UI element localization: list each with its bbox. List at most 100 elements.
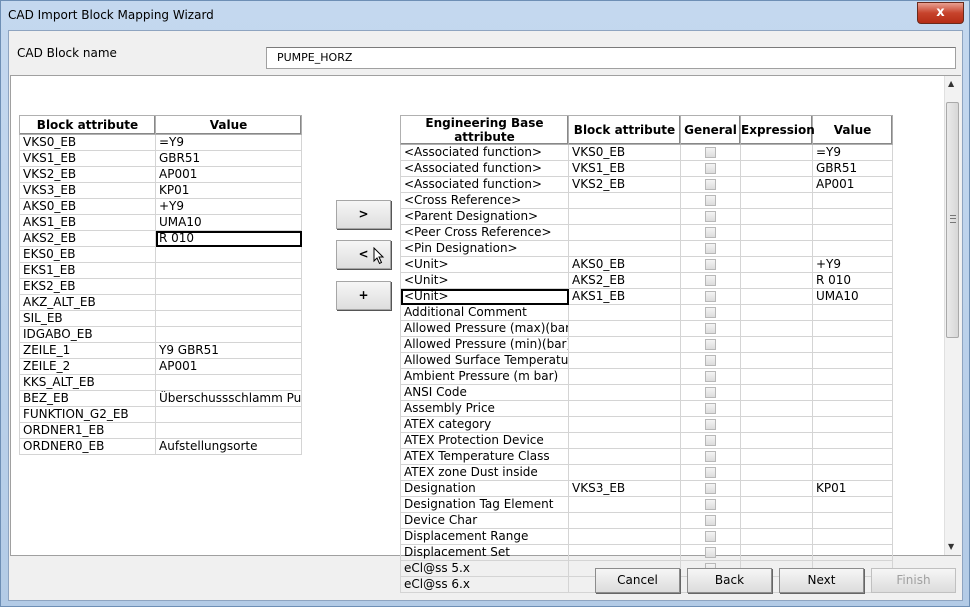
table-row[interactable]: Designation Tag Element: [400, 496, 893, 513]
block-attribute-cell[interactable]: [568, 368, 681, 385]
expression-cell[interactable]: [740, 304, 813, 321]
table-row[interactable]: Allowed Pressure (min)(bar): [400, 336, 893, 353]
block-attribute-cell[interactable]: ORDNER0_EB: [19, 438, 156, 455]
value-cell[interactable]: [155, 326, 302, 343]
block-attribute-cell[interactable]: EKS2_EB: [19, 278, 156, 295]
general-checkbox[interactable]: [705, 419, 716, 430]
expression-cell[interactable]: [740, 448, 813, 465]
block-attribute-cell[interactable]: AKS2_EB: [568, 272, 681, 289]
table-row[interactable]: Ambient Pressure (m bar): [400, 368, 893, 385]
value-cell[interactable]: KP01: [155, 182, 302, 199]
eb-attribute-cell[interactable]: Device Char: [400, 512, 569, 529]
general-cell[interactable]: [680, 304, 741, 321]
eb-attribute-cell[interactable]: Allowed Surface Temperature (: [400, 352, 569, 369]
block-attribute-cell[interactable]: KKS_ALT_EB: [19, 374, 156, 391]
block-attribute-cell[interactable]: IDGABO_EB: [19, 326, 156, 343]
table-row[interactable]: Displacement Set: [400, 544, 893, 561]
block-attribute-cell[interactable]: VKS0_EB: [19, 134, 156, 151]
cancel-button[interactable]: Cancel: [595, 568, 680, 593]
eb-attribute-cell[interactable]: Displacement Set: [400, 544, 569, 561]
add-button[interactable]: +: [336, 281, 391, 310]
value-cell[interactable]: [155, 278, 302, 295]
expression-cell[interactable]: [740, 320, 813, 337]
expression-cell[interactable]: [740, 432, 813, 449]
cad-block-name-field[interactable]: PUMPE_HORZ: [266, 47, 956, 69]
general-checkbox[interactable]: [705, 371, 716, 382]
general-checkbox[interactable]: [705, 499, 716, 510]
value-cell[interactable]: [812, 240, 893, 257]
general-checkbox[interactable]: [705, 515, 716, 526]
expression-cell[interactable]: [740, 368, 813, 385]
general-cell[interactable]: [680, 448, 741, 465]
block-attribute-cell[interactable]: AKS1_EB: [19, 214, 156, 231]
expression-cell[interactable]: [740, 224, 813, 241]
general-checkbox[interactable]: [705, 403, 716, 414]
general-checkbox[interactable]: [705, 339, 716, 350]
table-row[interactable]: Allowed Pressure (max)(bar): [400, 320, 893, 337]
eb-attribute-cell[interactable]: <Unit>: [400, 256, 569, 273]
value-cell[interactable]: [812, 320, 893, 337]
value-cell[interactable]: [155, 310, 302, 327]
value-cell[interactable]: UMA10: [812, 288, 893, 305]
value-cell[interactable]: [155, 294, 302, 311]
value-cell[interactable]: [812, 336, 893, 353]
value-cell[interactable]: [812, 544, 893, 561]
table-row[interactable]: ZEILE_2 AP001: [19, 358, 302, 375]
value-cell[interactable]: UMA10: [155, 214, 302, 231]
value-cell[interactable]: =Y9: [155, 134, 302, 151]
block-attribute-cell[interactable]: [568, 208, 681, 225]
expression-cell[interactable]: [740, 336, 813, 353]
value-cell[interactable]: R 010: [812, 272, 893, 289]
value-cell[interactable]: [812, 208, 893, 225]
general-cell[interactable]: [680, 464, 741, 481]
general-cell[interactable]: [680, 432, 741, 449]
table-row[interactable]: VKS2_EB AP001: [19, 166, 302, 183]
value-cell[interactable]: [155, 406, 302, 423]
table-row[interactable]: IDGABO_EB: [19, 326, 302, 343]
general-cell[interactable]: [680, 512, 741, 529]
scroll-down-icon[interactable]: ▼: [948, 542, 954, 551]
table-row[interactable]: ATEX category: [400, 416, 893, 433]
expression-cell[interactable]: [740, 400, 813, 417]
expression-cell[interactable]: [740, 272, 813, 289]
column-header[interactable]: Value: [155, 115, 302, 135]
value-cell[interactable]: [155, 262, 302, 279]
back-button[interactable]: Back: [687, 568, 772, 593]
block-attribute-cell[interactable]: ZEILE_1: [19, 342, 156, 359]
column-header[interactable]: Engineering Base attribute: [400, 115, 569, 145]
block-attribute-cell[interactable]: VKS0_EB: [568, 144, 681, 161]
value-cell[interactable]: [812, 400, 893, 417]
general-cell[interactable]: [680, 240, 741, 257]
block-attribute-cell[interactable]: [568, 352, 681, 369]
block-attribute-cell[interactable]: AKS2_EB: [19, 230, 156, 247]
table-row[interactable]: ATEX zone Dust inside: [400, 464, 893, 481]
expression-cell[interactable]: [740, 144, 813, 161]
general-cell[interactable]: [680, 544, 741, 561]
eb-attribute-cell[interactable]: <Cross Reference>: [400, 192, 569, 209]
general-cell[interactable]: [680, 288, 741, 305]
expression-cell[interactable]: [740, 256, 813, 273]
expression-cell[interactable]: [740, 416, 813, 433]
value-cell[interactable]: [812, 352, 893, 369]
general-cell[interactable]: [680, 224, 741, 241]
general-checkbox[interactable]: [705, 467, 716, 478]
expression-cell[interactable]: [740, 208, 813, 225]
expression-cell[interactable]: [740, 384, 813, 401]
table-row[interactable]: ORDNER1_EB: [19, 422, 302, 439]
table-row[interactable]: AKZ_ALT_EB: [19, 294, 302, 311]
general-checkbox[interactable]: [705, 275, 716, 286]
value-cell[interactable]: [155, 422, 302, 439]
table-row[interactable]: <Unit> AKS1_EB UMA10: [400, 288, 893, 305]
table-row[interactable]: ANSI Code: [400, 384, 893, 401]
eb-attribute-cell[interactable]: <Peer Cross Reference>: [400, 224, 569, 241]
general-cell[interactable]: [680, 480, 741, 497]
block-attribute-cell[interactable]: FUNKTION_G2_EB: [19, 406, 156, 423]
column-header[interactable]: Expression: [740, 115, 815, 145]
value-cell[interactable]: =Y9: [812, 144, 893, 161]
expression-cell[interactable]: [740, 544, 813, 561]
value-cell[interactable]: [812, 432, 893, 449]
general-cell[interactable]: [680, 336, 741, 353]
value-cell[interactable]: GBR51: [812, 160, 893, 177]
block-attribute-cell[interactable]: [568, 304, 681, 321]
expression-cell[interactable]: [740, 240, 813, 257]
